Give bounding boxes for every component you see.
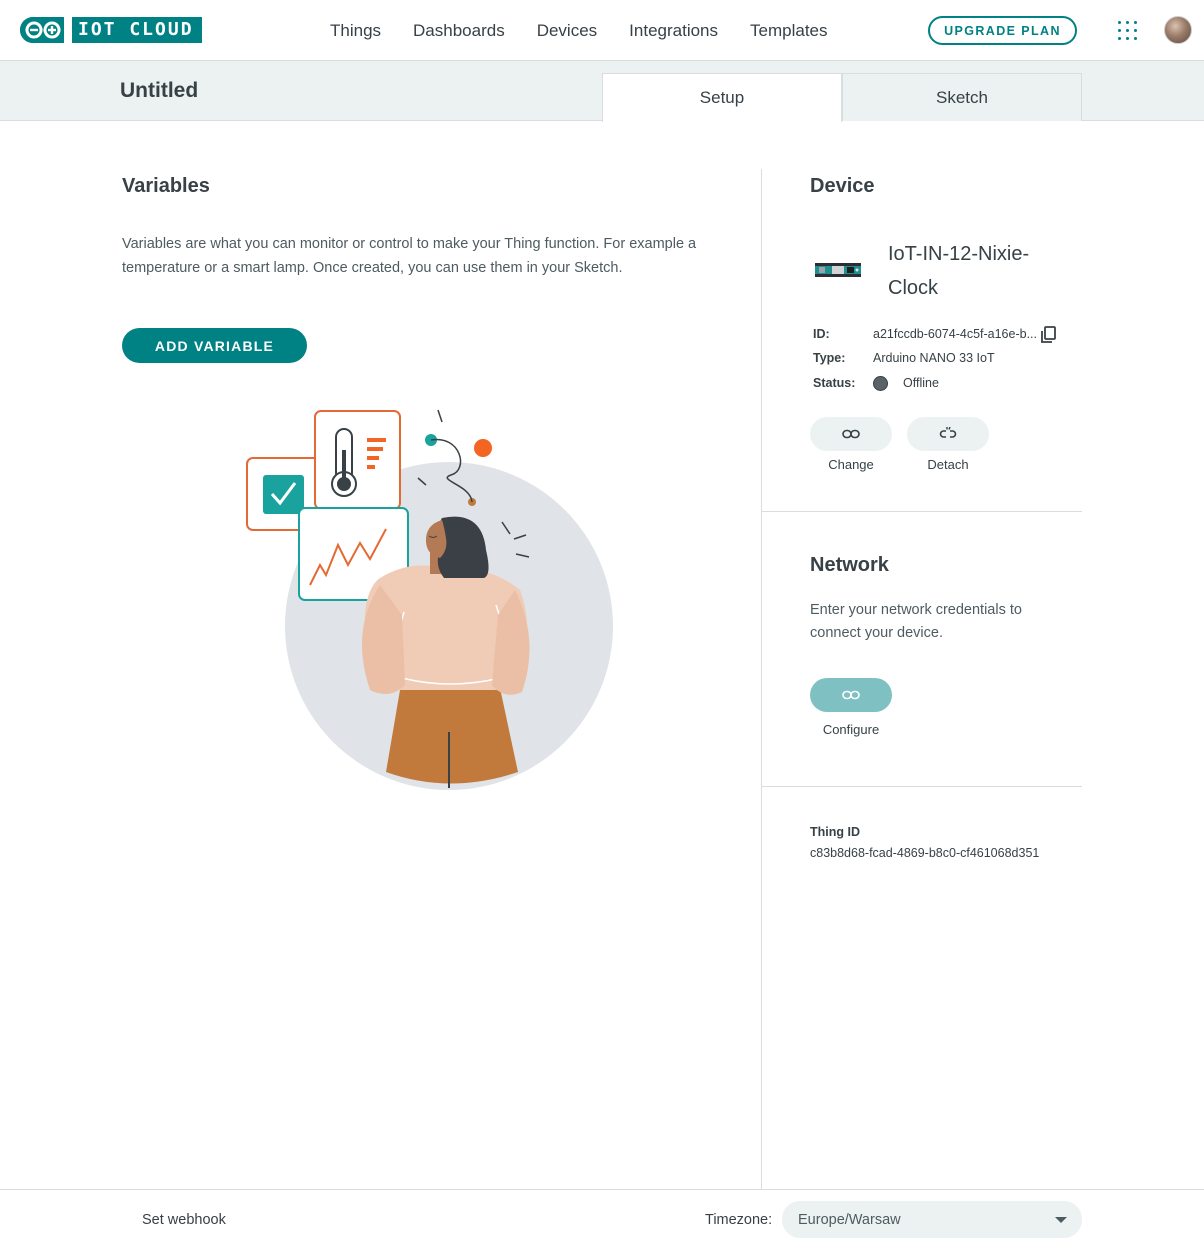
logo-text: IOT CLOUD <box>72 17 202 43</box>
variables-illustration <box>230 400 630 805</box>
device-type-row: Type: Arduino NANO 33 IoT <box>813 351 995 365</box>
timezone-value: Europe/Warsaw <box>798 1211 901 1228</box>
arduino-infinity-icon <box>20 17 72 43</box>
copy-icon[interactable] <box>1040 326 1060 349</box>
device-status-label: Status: <box>813 376 856 390</box>
network-heading: Network <box>810 554 889 576</box>
device-heading: Device <box>810 175 875 197</box>
nav-dashboards[interactable]: Dashboards <box>413 21 505 41</box>
offline-status-dot <box>873 376 888 391</box>
nav-devices[interactable]: Devices <box>537 21 597 41</box>
column-divider <box>761 169 762 1189</box>
chevron-down-icon <box>1055 1217 1067 1223</box>
change-device-button[interactable] <box>810 417 892 451</box>
timezone-label: Timezone: <box>705 1212 773 1228</box>
unlink-icon <box>939 427 957 438</box>
thing-id-value: c83b8d68-fcad-4869-b8c0-cf461068d351 <box>810 846 1040 860</box>
change-label[interactable]: Change <box>810 457 892 472</box>
configure-network-button[interactable] <box>810 678 892 712</box>
variables-description: Variables are what you can monitor or co… <box>122 236 697 276</box>
top-navigation-bar: IOT CLOUD Things Dashboards Devices Inte… <box>0 0 1204 61</box>
link-icon <box>842 429 860 439</box>
nav-templates[interactable]: Templates <box>750 21 827 41</box>
network-divider <box>762 786 1082 787</box>
detach-device-button[interactable] <box>907 417 989 451</box>
thing-id-label: Thing ID <box>810 825 860 839</box>
device-id-value: a21fccdb-6074-4c5f-a16e-b... <box>873 327 1037 341</box>
user-avatar[interactable] <box>1164 16 1192 44</box>
nano-33-iot-board-icon <box>815 261 861 284</box>
device-divider <box>762 511 1082 512</box>
device-type-label: Type: <box>813 351 846 365</box>
thing-title-bar: Untitled Setup Sketch <box>0 61 1204 122</box>
detach-label[interactable]: Detach <box>907 457 989 472</box>
device-status-row: Status: Offline <box>813 376 939 390</box>
tab-sketch[interactable]: Sketch <box>842 73 1082 121</box>
footer-bar: Set webhook Timezone: Europe/Warsaw <box>0 1189 1204 1249</box>
configure-label[interactable]: Configure <box>810 722 892 737</box>
device-id-label: ID: <box>813 327 830 341</box>
set-webhook-link[interactable]: Set webhook <box>142 1212 226 1228</box>
iot-cloud-logo[interactable]: IOT CLOUD <box>20 17 202 43</box>
nav-integrations[interactable]: Integrations <box>629 21 718 41</box>
network-description: Enter your network credentials to connec… <box>810 602 1022 641</box>
upgrade-plan-button[interactable]: UPGRADE PLAN <box>928 16 1077 45</box>
link-icon <box>842 690 860 700</box>
device-type-value: Arduino NANO 33 IoT <box>873 351 995 365</box>
timezone-select[interactable]: Europe/Warsaw <box>782 1201 1082 1238</box>
tab-setup[interactable]: Setup <box>602 73 842 122</box>
device-status-value: Offline <box>903 376 939 390</box>
device-name: IoT-IN-12-Nixie-Clock <box>888 243 1030 299</box>
main-nav: Things Dashboards Devices Integrations T… <box>330 0 828 61</box>
variables-heading: Variables <box>122 175 210 197</box>
add-variable-button[interactable]: ADD VARIABLE <box>122 328 307 363</box>
apps-grid-icon[interactable] <box>1118 21 1138 41</box>
nav-things[interactable]: Things <box>330 21 381 41</box>
thing-title[interactable]: Untitled <box>120 79 198 103</box>
device-id-row: ID: a21fccdb-6074-4c5f-a16e-b... <box>813 327 1037 341</box>
